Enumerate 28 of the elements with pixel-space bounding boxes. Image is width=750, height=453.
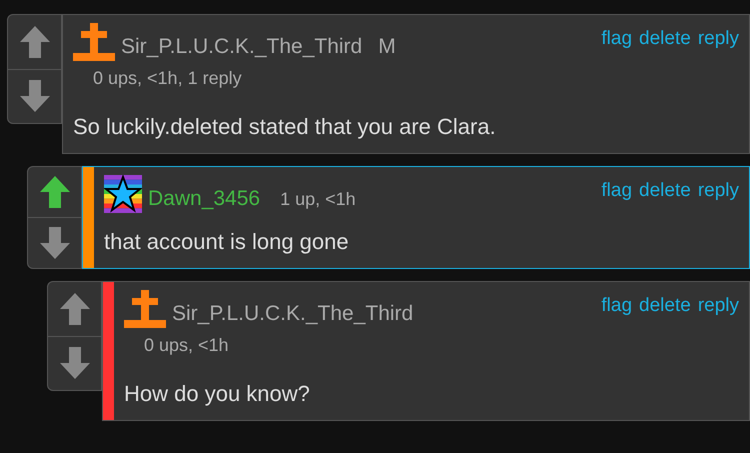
down-arrow-icon	[20, 80, 50, 112]
action-link[interactable]: delete	[639, 292, 691, 320]
comment-text: So luckily.deleted stated that you are Clara.	[73, 113, 497, 141]
action-link[interactable]: flag	[601, 177, 632, 206]
comment-text: that account is long gone	[104, 228, 350, 256]
action-link[interactable]: reply	[698, 292, 739, 320]
cross-icon	[73, 23, 115, 61]
username[interactable]: Sir_P.L.U.C.K._The_Third	[172, 300, 414, 328]
action-link[interactable]: flag	[601, 292, 632, 320]
username[interactable]: Sir_P.L.U.C.K._The_Third	[121, 33, 362, 61]
moderator-label: M	[378, 34, 396, 60]
star-icon	[104, 175, 142, 213]
comment-meta: 0 ups, <1h	[144, 334, 230, 357]
action-link[interactable]: flag	[601, 25, 632, 54]
comment-text: How do you know?	[124, 380, 311, 408]
action-link[interactable]: delete	[639, 25, 691, 54]
action-link[interactable]: reply	[698, 177, 739, 206]
comment-meta: 1 up, <1h	[280, 188, 356, 211]
action-link[interactable]: reply	[698, 25, 739, 54]
username[interactable]: Dawn_3456	[148, 185, 260, 213]
down-arrow-icon	[40, 227, 70, 259]
comment-meta: 0 ups, <1h, 1 reply	[93, 67, 243, 90]
up-arrow-icon	[40, 176, 70, 208]
cross-icon	[124, 290, 166, 328]
up-arrow-icon	[60, 292, 90, 325]
up-arrow-icon	[20, 26, 50, 58]
action-link[interactable]: delete	[639, 177, 691, 206]
down-arrow-icon	[60, 347, 90, 380]
